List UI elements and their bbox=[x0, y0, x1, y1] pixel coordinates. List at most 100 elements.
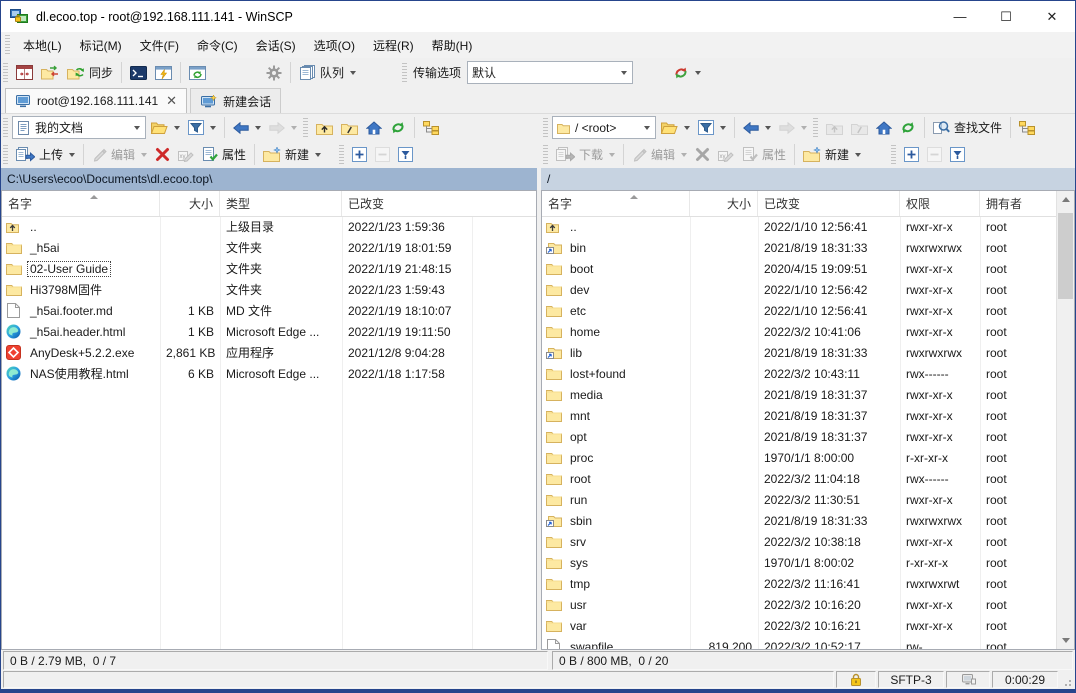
remote-forward-button[interactable] bbox=[775, 116, 811, 139]
remote-rename-button[interactable]: xy bbox=[714, 143, 738, 166]
column-header-size[interactable]: 大小 bbox=[690, 191, 758, 216]
local-tree-button[interactable] bbox=[419, 116, 443, 139]
local-select-button[interactable] bbox=[348, 143, 371, 166]
file-row[interactable]: AnyDesk+5.2.2.exe2,861 KB应用程序2021/12/8 9… bbox=[2, 342, 536, 363]
preferences-button[interactable] bbox=[262, 61, 286, 84]
menu-item-4[interactable]: 命令(C) bbox=[188, 33, 247, 58]
local-parent-directory-button[interactable] bbox=[312, 116, 337, 139]
remote-dir-combo[interactable]: / <root> bbox=[552, 116, 656, 139]
remote-scrollbar[interactable] bbox=[1056, 191, 1074, 649]
file-row[interactable]: home2022/3/2 10:41:06rwxr-xr-xroot bbox=[542, 321, 1057, 342]
file-row[interactable]: etc2022/1/10 12:56:41rwxr-xr-xroot bbox=[542, 300, 1057, 321]
upload-button[interactable]: 上传 bbox=[12, 143, 79, 166]
connection-status-box[interactable] bbox=[946, 671, 990, 688]
file-row[interactable]: sys1970/1/1 8:00:02r-xr-xr-xroot bbox=[542, 552, 1057, 573]
file-row[interactable]: 02-User Guide文件夹2022/1/19 21:48:15 bbox=[2, 258, 536, 279]
file-row[interactable]: _h5ai文件夹2022/1/19 18:01:59 bbox=[2, 237, 536, 258]
file-row[interactable]: ..2022/1/10 12:56:41rwxr-xr-xroot bbox=[542, 216, 1057, 237]
remote-refresh-button[interactable] bbox=[896, 116, 920, 139]
menu-item-6[interactable]: 选项(O) bbox=[305, 33, 364, 58]
file-row[interactable]: ..上级目录2022/1/23 1:59:36 bbox=[2, 216, 536, 237]
session-time-box[interactable]: 0:00:29 bbox=[992, 671, 1058, 688]
remote-open-directory-button[interactable] bbox=[656, 116, 694, 139]
transfer-preset-combo[interactable]: 默认 bbox=[467, 61, 633, 84]
toolbar-gripper[interactable] bbox=[3, 63, 8, 83]
maximize-button[interactable]: ☐ bbox=[983, 1, 1029, 32]
tab-session[interactable]: root@192.168.111.141 ✕ bbox=[5, 88, 187, 113]
file-row[interactable]: sbin2021/8/19 18:31:33rwxrwxrwxroot bbox=[542, 510, 1057, 531]
local-filter-button[interactable] bbox=[184, 116, 220, 139]
tab-close-icon[interactable]: ✕ bbox=[166, 93, 177, 109]
scrollbar-thumb[interactable] bbox=[1058, 213, 1073, 299]
menubar-gripper[interactable] bbox=[5, 35, 10, 55]
encryption-status-box[interactable] bbox=[836, 671, 876, 688]
file-row[interactable]: lost+found2022/3/2 10:43:11rwx------root bbox=[542, 363, 1057, 384]
remote-filter-button[interactable] bbox=[694, 116, 730, 139]
file-row[interactable]: proc1970/1/1 8:00:00r-xr-xr-xroot bbox=[542, 447, 1057, 468]
remote-properties-button[interactable]: 属性 bbox=[738, 143, 790, 166]
column-header-owner[interactable]: 拥有者 bbox=[980, 191, 1057, 216]
remote-select-button[interactable] bbox=[900, 143, 923, 166]
remote-tree-button[interactable] bbox=[1015, 116, 1039, 139]
remote-nav-gripper2[interactable] bbox=[813, 118, 818, 138]
minimize-button[interactable]: — bbox=[937, 1, 983, 32]
menu-item-7[interactable]: 远程(R) bbox=[364, 33, 423, 58]
local-path-bar[interactable]: C:\Users\ecoo\Documents\dl.ecoo.top\ bbox=[1, 168, 537, 190]
file-row[interactable]: Hi3798M固件文件夹2022/1/23 1:59:43 bbox=[2, 279, 536, 300]
file-row[interactable]: _h5ai.footer.md1 KBMD 文件2022/1/19 18:10:… bbox=[2, 300, 536, 321]
file-row[interactable]: media2021/8/19 18:31:37rwxr-xr-xroot bbox=[542, 384, 1057, 405]
local-select-same-button[interactable] bbox=[394, 143, 417, 166]
remote-select-same-button[interactable] bbox=[946, 143, 969, 166]
resize-grip[interactable] bbox=[1060, 671, 1073, 688]
column-header-name[interactable]: 名字 bbox=[542, 191, 690, 216]
remote-edit-button[interactable]: 编辑 bbox=[628, 143, 691, 166]
file-row[interactable]: var2022/3/2 10:16:21rwxr-xr-xroot bbox=[542, 615, 1057, 636]
local-properties-button[interactable]: 属性 bbox=[198, 143, 250, 166]
file-row[interactable]: srv2022/3/2 10:38:18rwxr-xr-xroot bbox=[542, 531, 1057, 552]
close-button[interactable]: ✕ bbox=[1029, 1, 1075, 32]
scroll-up-icon[interactable] bbox=[1057, 191, 1074, 208]
local-back-button[interactable] bbox=[229, 116, 265, 139]
find-files-button[interactable]: 查找文件 bbox=[929, 116, 1006, 139]
column-header-permissions[interactable]: 权限 bbox=[900, 191, 980, 216]
protocol-status-box[interactable]: SFTP-3 bbox=[878, 671, 944, 688]
local-nav-gripper2[interactable] bbox=[303, 118, 308, 138]
file-row[interactable]: swapfile819,2002022/3/2 10:52:17rw-root bbox=[542, 636, 1057, 649]
menu-item-8[interactable]: 帮助(H) bbox=[423, 33, 482, 58]
file-row[interactable]: NAS使用教程.html6 KBMicrosoft Edge ...2022/1… bbox=[2, 363, 536, 384]
local-nav-gripper[interactable] bbox=[3, 118, 8, 138]
menu-item-5[interactable]: 会话(S) bbox=[247, 33, 305, 58]
remote-parent-directory-button[interactable] bbox=[822, 116, 847, 139]
file-row[interactable]: bin2021/8/19 18:31:33rwxrwxrwxroot bbox=[542, 237, 1057, 258]
file-row[interactable]: usr2022/3/2 10:16:20rwxr-xr-xroot bbox=[542, 594, 1057, 615]
remote-sel-gripper[interactable] bbox=[891, 145, 896, 165]
terminal-button[interactable] bbox=[126, 61, 151, 84]
remote-root-directory-button[interactable] bbox=[847, 116, 872, 139]
file-row[interactable]: lib2021/8/19 18:31:33rwxrwxrwxroot bbox=[542, 342, 1057, 363]
remote-path-bar[interactable]: / bbox=[541, 168, 1075, 190]
local-delete-button[interactable] bbox=[151, 143, 174, 166]
remote-delete-button[interactable] bbox=[691, 143, 714, 166]
synchronize-button[interactable]: 同步 bbox=[63, 61, 117, 84]
column-header-name[interactable]: 名字 bbox=[2, 191, 160, 216]
file-row[interactable]: run2022/3/2 11:30:51rwxr-xr-xroot bbox=[542, 489, 1057, 510]
file-row[interactable]: opt2021/8/19 18:31:37rwxr-xr-xroot bbox=[542, 426, 1057, 447]
tab-new-session[interactable]: 新建会话 bbox=[190, 88, 281, 113]
refresh-session-button[interactable] bbox=[185, 61, 210, 84]
local-forward-button[interactable] bbox=[265, 116, 301, 139]
transfer-mode-button[interactable] bbox=[669, 61, 705, 84]
file-row[interactable]: tmp2022/3/2 11:16:41rwxrwxrwtroot bbox=[542, 573, 1057, 594]
remote-nav-gripper[interactable] bbox=[543, 118, 548, 138]
local-cmd-gripper[interactable] bbox=[3, 145, 8, 165]
menu-item-1[interactable]: 本地(L) bbox=[14, 33, 71, 58]
transfer-gripper[interactable] bbox=[402, 63, 407, 83]
remote-home-button[interactable] bbox=[872, 116, 896, 139]
local-sel-gripper[interactable] bbox=[339, 145, 344, 165]
local-home-button[interactable] bbox=[362, 116, 386, 139]
synchronize-browsing-button[interactable] bbox=[37, 61, 63, 84]
column-header-changed[interactable]: 已改变 bbox=[758, 191, 900, 216]
remote-back-button[interactable] bbox=[739, 116, 775, 139]
scroll-down-icon[interactable] bbox=[1057, 632, 1074, 649]
local-edit-button[interactable]: 编辑 bbox=[88, 143, 151, 166]
local-unselect-button[interactable] bbox=[371, 143, 394, 166]
